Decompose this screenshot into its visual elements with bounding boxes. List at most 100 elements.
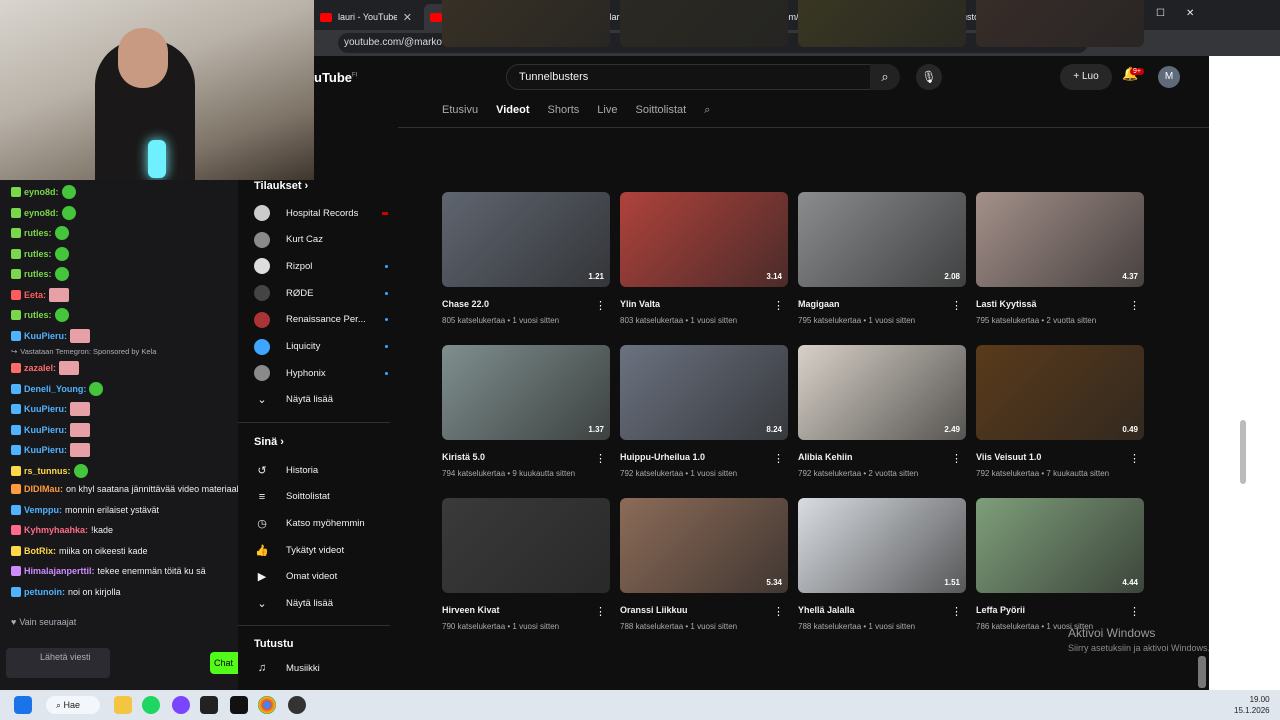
video-title[interactable]: Hirveen Kivat [442,605,610,615]
video-thumbnail[interactable]: 5.34 [620,498,788,593]
video-title[interactable]: Kiristä 5.0 [442,452,610,462]
video-title[interactable]: Lasti Kyytissä [976,299,1144,309]
content-scrollbar[interactable] [1198,656,1206,688]
chat-username[interactable]: Deneli_Young: [24,384,86,394]
video-thumbnail[interactable] [976,0,1144,47]
video-title[interactable]: Oranssi Liikkuu [620,605,788,615]
video-card[interactable]: 3.14 Ylin Valta 803 katselukertaa • 1 vuos… [620,192,788,325]
chat-send-button[interactable]: Chat [210,652,238,674]
notepad-icon[interactable] [200,696,218,714]
video-card[interactable]: 5.34 Oranssi Liikkuu 788 katselukertaa • 1… [620,498,788,631]
channel-tab[interactable]: Videot [496,104,529,117]
channel-search-icon[interactable]: ⌕ [704,104,710,117]
sidebar-subscription[interactable]: Renaissance Per... [254,310,388,330]
chat-username[interactable]: eyno8d: [24,187,59,197]
browser-tab[interactable]: lauri - YouTube ✕ [314,4,418,30]
video-thumbnail[interactable]: 1.37 [442,345,610,440]
video-title[interactable]: Alibia Kehiin [798,452,966,462]
sidebar-subscription[interactable]: Hospital Records [254,203,388,223]
video-card[interactable]: 4.44 Leffa Pyörii 786 katselukertaa • 1 vu… [976,498,1144,631]
account-avatar[interactable]: M [1158,66,1180,88]
more-options-icon[interactable]: ⋮ [951,452,962,465]
chat-username[interactable]: Eeta: [24,290,46,300]
video-title[interactable]: Chase 22.0 [442,299,610,309]
video-thumbnail[interactable]: 0.49 [976,345,1144,440]
video-thumbnail[interactable] [442,0,610,47]
more-options-icon[interactable]: ⋮ [595,605,606,618]
close-window-icon[interactable]: ✕ [1186,8,1194,19]
sidebar-subscription[interactable]: Rizpol [254,256,388,276]
video-thumbnail[interactable]: 2.08 [798,192,966,287]
video-title[interactable]: Magigaan [798,299,966,309]
obs-icon[interactable] [288,696,306,714]
chat-username[interactable]: Vemppu: [24,505,62,515]
chat-username[interactable]: rutles: [24,228,52,238]
more-options-icon[interactable]: ⋮ [595,299,606,312]
maximize-icon[interactable]: ☐ [1156,8,1165,19]
sidebar-subscription[interactable]: ⌄ Näytä lisää [254,390,388,410]
video-card[interactable]: 2.49 Alibia Kehiin 792 katselukertaa • 2 v… [798,345,966,478]
system-clock[interactable]: 19.00 15.1.2026 [1234,694,1270,716]
sidebar-subscription[interactable]: Hyphonix [254,363,388,383]
video-card[interactable]: 1.21 Chase 22.0 805 katselukertaa • 1 vuos… [442,192,610,325]
video-thumbnail[interactable]: 2.49 [798,345,966,440]
x-app-icon[interactable] [230,696,248,714]
chat-username[interactable]: rutles: [24,310,52,320]
more-options-icon[interactable]: ⋮ [595,452,606,465]
video-thumbnail[interactable]: 1.21 [442,192,610,287]
browser-scrollbar[interactable] [1240,420,1246,484]
video-card[interactable]: 1.37 Kiristä 5.0 794 katselukertaa • 9 kuu… [442,345,610,478]
sidebar-section-title[interactable]: Sinä › [254,436,284,448]
chat-username[interactable]: petunoin: [24,587,65,597]
video-card[interactable]: 8.24 Huippu-Urheilua 1.0 792 katselukertaa… [620,345,788,478]
youtube-logo[interactable]: uTubeFI [314,70,357,85]
create-button[interactable]: + Luo [1060,64,1112,90]
sidebar-item-music[interactable]: ♫ Musiikki [254,658,388,678]
more-options-icon[interactable]: ⋮ [1129,605,1140,618]
video-thumbnail[interactable]: 3.14 [620,192,788,287]
taskbar-search[interactable]: ⌕ Hae [46,696,100,714]
video-thumbnail[interactable]: 8.24 [620,345,788,440]
sidebar-subscription[interactable]: Kurt Caz [254,230,388,250]
more-options-icon[interactable]: ⋮ [1129,452,1140,465]
video-thumbnail[interactable] [798,0,966,47]
search-input[interactable]: Tunnelbusters [506,64,890,90]
chat-username[interactable]: rs_tunnus: [24,466,71,476]
more-options-icon[interactable]: ⋮ [773,605,784,618]
video-card[interactable]: 2.08 Magigaan 795 katselukertaa • 1 vuosi … [798,192,966,325]
spotify-icon[interactable] [142,696,160,714]
chat-input[interactable]: Lähetä viesti [6,648,110,678]
sidebar-item-history[interactable]: ↺ Historia [254,460,388,480]
chat-username[interactable]: Himalajanperttil: [24,566,95,576]
video-thumbnail[interactable]: 1.51 [798,498,966,593]
video-card[interactable]: 0.49 Viis Veisuut 1.0 792 katselukertaa • … [976,345,1144,478]
file-explorer-icon[interactable] [114,696,132,714]
chat-username[interactable]: rutles: [24,249,52,259]
sidebar-subscription[interactable]: Liquicity [254,337,388,357]
video-thumbnail[interactable]: 4.37 [976,192,1144,287]
channel-tab[interactable]: Soittolistat [635,104,686,117]
video-title[interactable]: Ylin Valta [620,299,788,309]
more-options-icon[interactable]: ⋮ [951,299,962,312]
chrome-icon[interactable] [258,696,276,714]
sidebar-item-playlist[interactable]: ≡ Soittolistat [254,487,388,507]
video-title[interactable]: Leffa Pyörii [976,605,1144,615]
video-card[interactable]: Hirveen Kivat 790 katselukertaa • 1 vuosi… [442,498,610,631]
more-options-icon[interactable]: ⋮ [773,452,784,465]
microphone-icon[interactable]: 🎙 [916,64,942,90]
video-thumbnail[interactable] [620,0,788,47]
sidebar-item-clock[interactable]: ◷ Katso myöhemmin [254,513,388,533]
video-thumbnail[interactable] [442,498,610,593]
more-options-icon[interactable]: ⋮ [773,299,784,312]
sidebar-item-chevron-down[interactable]: ⌄ Näytä lisää [254,594,388,614]
video-thumbnail[interactable]: 4.44 [976,498,1144,593]
chat-username[interactable]: KuuPieru: [24,404,67,414]
chat-username[interactable]: zazalel: [24,363,56,373]
video-title[interactable]: Huippu-Urheilua 1.0 [620,452,788,462]
sidebar-item-thumb-up[interactable]: 👍 Tykätyt videot [254,540,388,560]
chat-username[interactable]: rutles: [24,269,52,279]
discord-icon[interactable] [172,696,190,714]
more-options-icon[interactable]: ⋮ [951,605,962,618]
more-options-icon[interactable]: ⋮ [1129,299,1140,312]
sidebar-item-play-box[interactable]: ▶ Omat videot [254,567,388,587]
